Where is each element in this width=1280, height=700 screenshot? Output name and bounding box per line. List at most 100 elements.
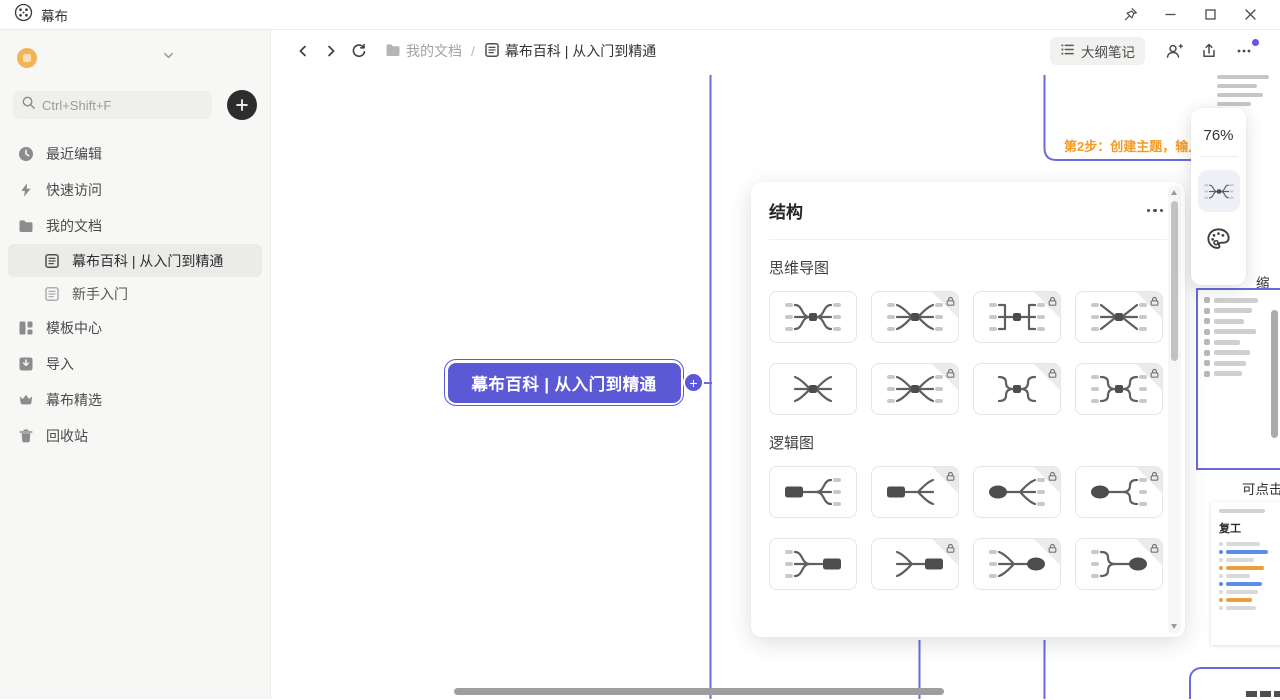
add-child-button[interactable]: +: [683, 372, 704, 393]
refresh-button[interactable]: [345, 37, 373, 65]
pin-icon[interactable]: [1110, 1, 1150, 29]
mindmap-view-button[interactable]: [1197, 170, 1240, 212]
import-icon: [18, 356, 34, 372]
locked-badge: [932, 292, 958, 318]
locked-badge: [1034, 364, 1060, 390]
horizontal-scrollbar[interactable]: [454, 688, 944, 695]
scroll-up-arrow[interactable]: [1171, 190, 1177, 195]
lock-icon: [1047, 366, 1058, 384]
background-content-snippet: [1217, 75, 1280, 111]
doc-icon: [44, 286, 60, 302]
maximize-button[interactable]: [1190, 1, 1230, 29]
share-button[interactable]: [1195, 37, 1223, 65]
minimize-button[interactable]: [1150, 1, 1190, 29]
structure-panel-title: 结构: [769, 203, 803, 222]
collaborate-button[interactable]: [1160, 37, 1188, 65]
chevron-down-icon[interactable]: [161, 48, 176, 68]
root-node[interactable]: 幕布百科 | 从入门到精通: [444, 359, 684, 406]
sidebar-item-0[interactable]: 最近编辑: [8, 136, 262, 172]
structure-template-card-0-7[interactable]: [1075, 363, 1163, 415]
view-control-panel: 76%: [1191, 108, 1246, 285]
lightning-icon: [18, 182, 34, 198]
forward-button[interactable]: [317, 37, 345, 65]
structure-template-card-1-5[interactable]: [871, 538, 959, 590]
template-grid-0: [769, 291, 1167, 415]
template-glyph-icon: [785, 550, 841, 578]
clock-icon: [18, 146, 34, 162]
thumb-text-row: [1219, 574, 1278, 578]
search-input-wrap[interactable]: [13, 91, 213, 119]
structure-template-card-1-3[interactable]: [1075, 466, 1163, 518]
close-button[interactable]: [1230, 1, 1270, 29]
partial-bottom-node[interactable]: [1189, 667, 1280, 699]
structure-template-card-0-4[interactable]: [769, 363, 857, 415]
lock-icon: [1047, 294, 1058, 312]
structure-template-card-1-2[interactable]: [973, 466, 1061, 518]
thumb-text-row: [1219, 566, 1278, 570]
sidebar-doc-0[interactable]: 幕布百科 | 从入门到精通: [8, 244, 262, 277]
thumb-text-row: [1219, 558, 1278, 562]
outline-notes-button[interactable]: 大纲笔记: [1050, 37, 1145, 65]
locked-badge: [932, 467, 958, 493]
sidebar-item-3[interactable]: 模板中心: [8, 310, 262, 346]
sidebar-item-5[interactable]: 幕布精选: [8, 382, 262, 418]
crown-icon: [18, 392, 34, 408]
thumb-header-bar: [1219, 509, 1265, 513]
locked-badge: [1136, 539, 1162, 565]
more-button[interactable]: [1230, 37, 1259, 65]
structure-template-card-0-2[interactable]: [973, 291, 1061, 343]
section-label-1: 逻辑图: [769, 435, 815, 452]
divider: [1199, 156, 1238, 157]
sidebar-item-label: 最近编辑: [46, 146, 102, 162]
screenshot-node[interactable]: [1196, 288, 1280, 470]
structure-template-card-1-7[interactable]: [1075, 538, 1163, 590]
scroll-down-arrow[interactable]: [1171, 624, 1177, 629]
thumb-row: [1204, 328, 1280, 335]
structure-template-card-0-0[interactable]: [769, 291, 857, 343]
scrollbar-thumb[interactable]: [1171, 201, 1178, 361]
clipped-text-bars: [1246, 691, 1280, 697]
template-glyph-icon: [785, 478, 841, 506]
lock-icon: [945, 366, 956, 384]
locked-badge: [1034, 467, 1060, 493]
panel-more-button[interactable]: [1143, 205, 1168, 217]
sidebar-doc-1[interactable]: 新手入门: [8, 277, 262, 310]
back-button[interactable]: [289, 37, 317, 65]
folder-icon: [385, 42, 401, 61]
structure-template-card-0-6[interactable]: [973, 363, 1061, 415]
screenshot-node-2[interactable]: 复工: [1211, 502, 1280, 645]
thumb-scrollbar: [1271, 310, 1278, 438]
sidebar-item-label: 快速访问: [46, 182, 102, 198]
sidebar-item-4[interactable]: 导入: [8, 346, 262, 382]
search-input[interactable]: [42, 97, 202, 113]
sidebar-item-2[interactable]: 我的文档: [8, 208, 262, 244]
locked-badge: [1136, 467, 1162, 493]
sidebar: 最近编辑快速访问我的文档幕布百科 | 从入门到精通新手入门模板中心导入幕布精选回…: [0, 30, 271, 699]
structure-template-card-1-0[interactable]: [769, 466, 857, 518]
breadcrumb-document[interactable]: 幕布百科 | 从入门到精通: [484, 41, 656, 61]
structure-template-card-1-1[interactable]: [871, 466, 959, 518]
sidebar-item-label: 回收站: [46, 428, 88, 444]
breadcrumb-folder[interactable]: 我的文档: [385, 41, 462, 61]
clickable-annotation: 可点击: [1242, 482, 1280, 497]
structure-template-card-0-5[interactable]: [871, 363, 959, 415]
structure-template-card-0-3[interactable]: [1075, 291, 1163, 343]
template-icon: [18, 320, 34, 336]
theme-palette-button[interactable]: [1205, 226, 1232, 253]
structure-template-card-1-4[interactable]: [769, 538, 857, 590]
mindmap-canvas[interactable]: 第2步：创建主题，输入内容 幕布百科 | 从入门到精通 + 缩 可点击 复工 结…: [271, 72, 1280, 699]
add-document-button[interactable]: [227, 90, 257, 120]
section-label-0: 思维导图: [769, 260, 830, 277]
lock-icon: [945, 541, 956, 559]
structure-template-card-1-6[interactable]: [973, 538, 1061, 590]
locked-badge: [1034, 539, 1060, 565]
structure-template-card-0-1[interactable]: [871, 291, 959, 343]
avatar[interactable]: [17, 48, 37, 68]
panel-scrollbar[interactable]: [1168, 185, 1181, 634]
thumb-text-row: [1219, 606, 1278, 610]
sidebar-item-6[interactable]: 回收站: [8, 418, 262, 454]
locked-badge: [932, 364, 958, 390]
sidebar-item-1[interactable]: 快速访问: [8, 172, 262, 208]
titlebar: 幕布: [0, 0, 1280, 30]
search-icon: [21, 95, 36, 115]
